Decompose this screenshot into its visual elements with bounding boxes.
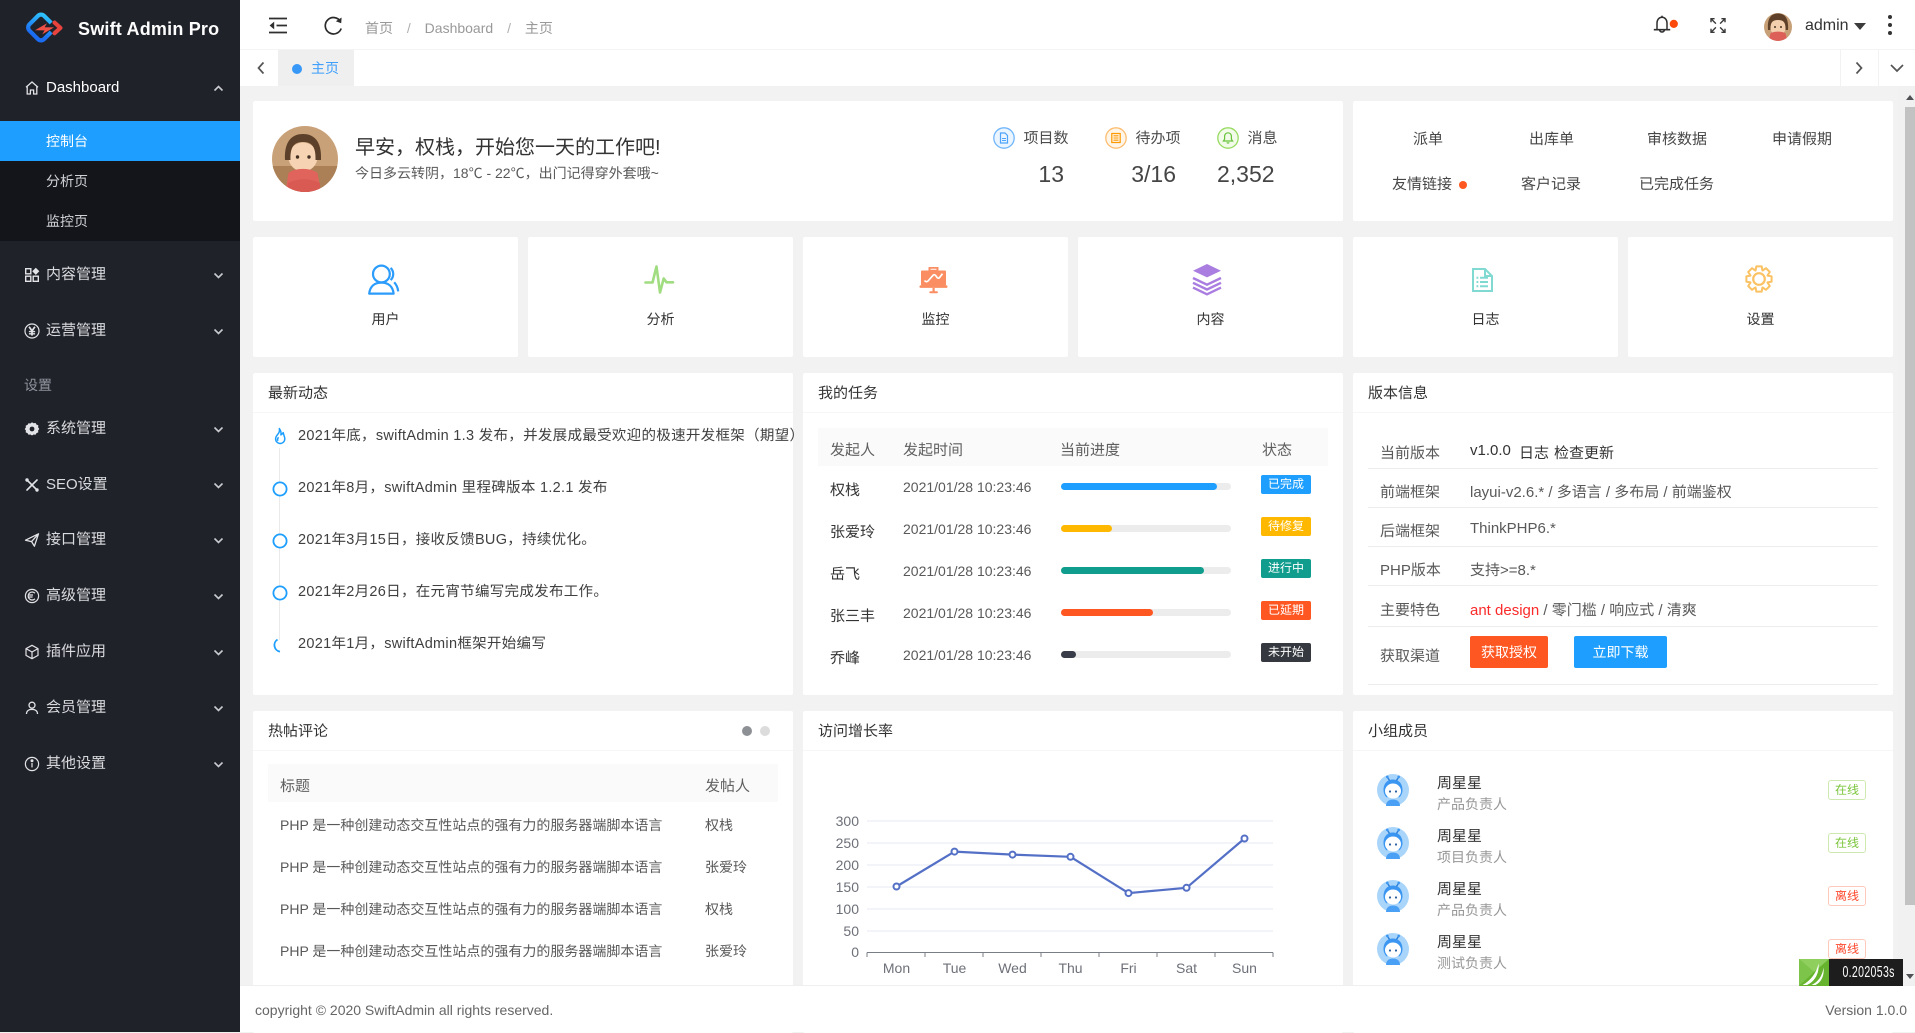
svg-text:Tue: Tue bbox=[943, 960, 967, 976]
svg-text:0: 0 bbox=[851, 944, 859, 960]
svg-text:250: 250 bbox=[836, 835, 860, 851]
svg-text:300: 300 bbox=[836, 813, 860, 829]
svg-text:Mon: Mon bbox=[883, 960, 910, 976]
svg-text:Wed: Wed bbox=[998, 960, 1027, 976]
svg-text:Sun: Sun bbox=[1232, 960, 1257, 976]
svg-text:100: 100 bbox=[836, 901, 860, 917]
svg-text:Thu: Thu bbox=[1058, 960, 1082, 976]
svg-text:200: 200 bbox=[836, 857, 860, 873]
svg-text:150: 150 bbox=[836, 879, 860, 895]
svg-text:Sat: Sat bbox=[1176, 960, 1197, 976]
svg-text:Fri: Fri bbox=[1120, 960, 1136, 976]
svg-text:50: 50 bbox=[843, 923, 859, 939]
